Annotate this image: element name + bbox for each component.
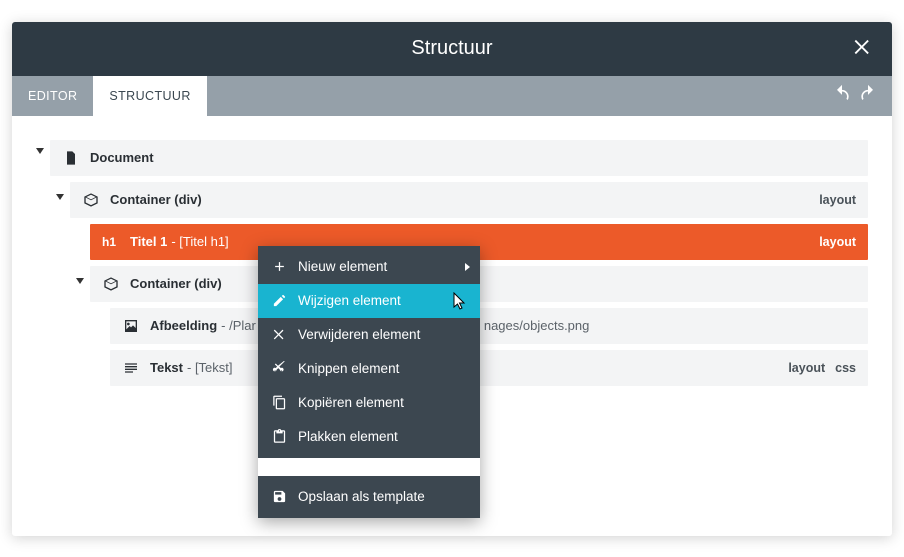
tree-row-wrap: Afbeelding - /Plar nages/objects.png <box>110 308 868 344</box>
tree-row-wrap: Tekst - [Tekst] layout css <box>110 350 868 386</box>
ctx-delete-element[interactable]: Verwijderen element <box>258 318 480 352</box>
tree-row-document[interactable]: Document <box>50 140 868 176</box>
ctx-edit-element[interactable]: Wijzigen element <box>258 284 480 318</box>
row-label: Titel 1 <box>130 234 167 249</box>
tree-panel: Document Container (div) layout h1 Titel… <box>12 116 892 536</box>
box-icon <box>82 192 100 208</box>
row-prefix: h1 <box>102 235 124 249</box>
image-icon <box>122 318 140 334</box>
tree-row-afbeelding[interactable]: Afbeelding - /Plar nages/objects.png <box>110 308 868 344</box>
tabbar-actions <box>832 76 878 116</box>
ctx-new-element[interactable]: Nieuw element <box>258 250 480 284</box>
row-extra: nages/objects.png <box>484 318 590 333</box>
close-button[interactable] <box>852 36 874 61</box>
clipboard-icon <box>270 429 288 444</box>
document-icon <box>62 150 80 166</box>
tab-editor[interactable]: EDITOR <box>12 76 93 116</box>
ctx-label: Knippen element <box>298 361 399 376</box>
row-label: Document <box>90 150 154 165</box>
tab-structuur[interactable]: STRUCTUUR <box>93 76 206 116</box>
redo-button[interactable] <box>858 84 878 107</box>
toggle-icon[interactable] <box>36 148 44 154</box>
tag-layout[interactable]: layout <box>819 235 856 249</box>
close-icon <box>852 36 874 58</box>
tree-row-container[interactable]: Container (div) layout <box>70 182 868 218</box>
row-label: Container (div) <box>130 276 222 291</box>
box-icon <box>102 276 120 292</box>
titlebar: Structuur <box>12 22 892 76</box>
tree-row-wrap: Document <box>50 140 868 176</box>
row-extra: - [Tekst] <box>187 360 233 375</box>
ctx-label: Nieuw element <box>298 259 387 274</box>
ctx-copy-element[interactable]: Kopiëren element <box>258 386 480 420</box>
row-label: Container (div) <box>110 192 202 207</box>
ctx-label: Plakken element <box>298 429 398 444</box>
tag-layout[interactable]: layout <box>819 193 856 207</box>
row-label: Tekst <box>150 360 183 375</box>
text-icon <box>122 360 140 376</box>
chevron-right-icon <box>465 263 470 271</box>
toggle-icon[interactable] <box>56 194 64 200</box>
toggle-icon[interactable] <box>76 278 84 284</box>
window-title: Structuur <box>411 37 492 60</box>
tabbar: EDITOR STRUCTUUR <box>12 76 892 116</box>
scissors-icon <box>270 361 288 376</box>
row-extra: - [Titel h1] <box>171 234 228 249</box>
ctx-label: Kopiëren element <box>298 395 404 410</box>
pencil-icon <box>270 293 288 308</box>
menu-separator <box>258 458 480 476</box>
x-icon <box>270 327 288 342</box>
redo-icon <box>858 84 878 104</box>
tag-css[interactable]: css <box>835 361 856 375</box>
copy-icon <box>270 395 288 410</box>
context-menu: Nieuw element Wijzigen element Verwijder… <box>258 246 480 518</box>
row-label: Afbeelding <box>150 318 217 333</box>
undo-button[interactable] <box>832 84 852 107</box>
plus-icon <box>270 259 288 274</box>
undo-icon <box>832 84 852 104</box>
tag-layout[interactable]: layout <box>788 361 825 375</box>
ctx-label: Wijzigen element <box>298 293 401 308</box>
tree-row-wrap: Container (div) layout <box>70 182 868 218</box>
structure-window: Structuur EDITOR STRUCTUUR Document <box>12 22 892 536</box>
save-icon <box>270 489 288 504</box>
tree-row-tekst[interactable]: Tekst - [Tekst] layout css <box>110 350 868 386</box>
ctx-paste-element[interactable]: Plakken element <box>258 420 480 454</box>
row-extra: - /Plar <box>221 318 256 333</box>
ctx-save-template[interactable]: Opslaan als template <box>258 480 480 514</box>
ctx-label: Verwijderen element <box>298 327 420 342</box>
ctx-label: Opslaan als template <box>298 489 425 504</box>
ctx-cut-element[interactable]: Knippen element <box>258 352 480 386</box>
